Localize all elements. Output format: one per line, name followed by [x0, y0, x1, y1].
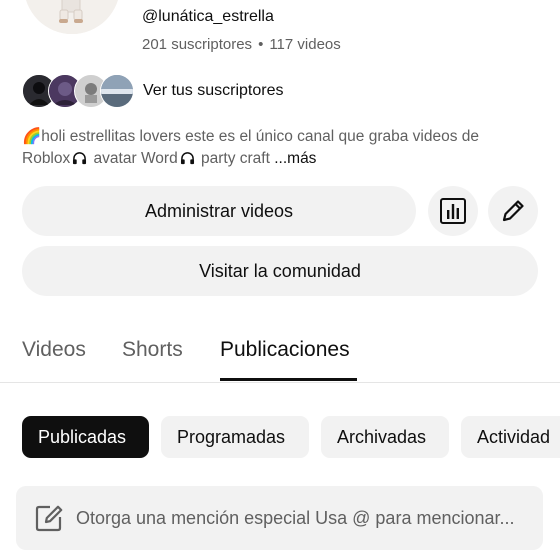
channel-handle: @lunática_estrella — [142, 8, 274, 25]
analytics-button[interactable] — [428, 186, 478, 236]
more-link[interactable]: ...más — [274, 150, 316, 167]
channel-tabs: Videos Shorts Publicaciones — [0, 328, 560, 383]
channel-description[interactable]: 🌈holi estrellitas lovers este es el únic… — [22, 126, 542, 170]
post-input-placeholder: Otorga una mención especial Usa @ para m… — [76, 508, 515, 528]
channel-stats: 201 suscriptores • 117 videos — [142, 36, 341, 53]
pencil-icon — [502, 200, 524, 222]
manage-videos-button[interactable]: Administrar videos — [22, 186, 416, 236]
description-line-1: 🌈holi estrellitas lovers este es el únic… — [22, 128, 480, 145]
description-text: Roblox — [22, 150, 71, 167]
description-text: avatar Word — [89, 150, 178, 167]
chip-publicadas[interactable]: Publicadas — [22, 416, 149, 458]
tab-publicaciones[interactable]: Publicaciones — [220, 338, 350, 362]
video-count: 117 videos — [269, 36, 341, 53]
description-text: party craft — [196, 150, 275, 167]
view-subscribers-link[interactable]: Ver tus suscriptores — [143, 82, 284, 100]
tab-videos[interactable]: Videos — [22, 338, 86, 362]
chip-programadas[interactable]: Programadas — [161, 416, 309, 458]
edit-channel-button[interactable] — [488, 186, 538, 236]
bar-chart-icon — [440, 198, 466, 224]
channel-avatar[interactable] — [24, 0, 120, 34]
subscriber-avatars — [22, 74, 134, 108]
stats-separator: • — [258, 36, 264, 53]
post-composer[interactable]: Otorga una mención especial Usa @ para m… — [16, 486, 543, 550]
headphones-icon — [180, 152, 194, 165]
description-line-2: Roblox avatar Word party craft ...más — [22, 148, 542, 170]
subscribers-row[interactable]: Ver tus suscriptores — [22, 74, 284, 108]
chip-actividad[interactable]: Actividad — [461, 416, 560, 458]
headphones-icon — [73, 152, 87, 165]
subscriber-count: 201 suscriptores — [142, 36, 253, 53]
chip-archivadas[interactable]: Archivadas — [321, 416, 449, 458]
compose-icon — [35, 505, 63, 532]
tab-shorts[interactable]: Shorts — [122, 338, 183, 362]
active-tab-indicator — [220, 378, 357, 381]
visit-community-button[interactable]: Visitar la comunidad — [22, 246, 538, 296]
subscriber-avatar — [100, 74, 134, 108]
